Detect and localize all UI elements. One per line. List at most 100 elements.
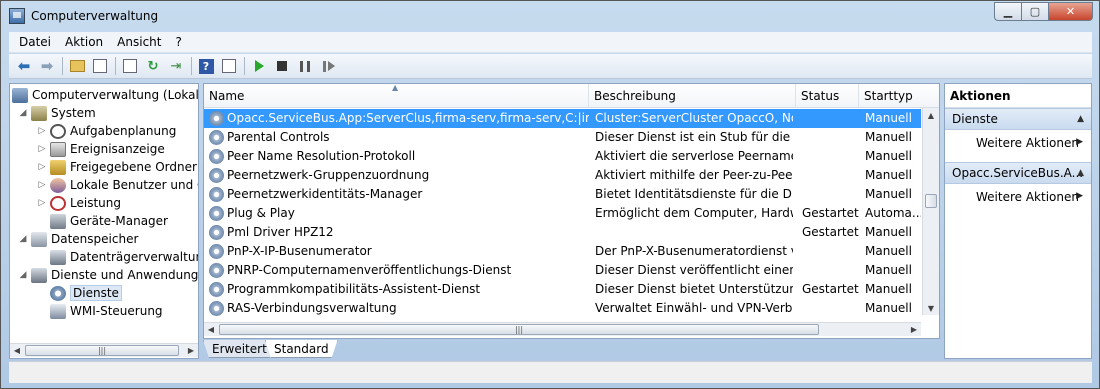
list-vertical-scrollbar[interactable]: ▲ ▼ bbox=[922, 108, 939, 315]
scroll-down-arrow-icon[interactable]: ▼ bbox=[923, 301, 939, 315]
expand-icon[interactable]: ▷ bbox=[37, 198, 47, 208]
export-button[interactable]: ⇥ bbox=[165, 56, 187, 76]
tree-item-datentraegerverwaltung[interactable]: Datenträgerverwaltung bbox=[50, 248, 198, 266]
scroll-right-arrow-icon[interactable]: ▶ bbox=[907, 323, 921, 336]
tree-item-dienste[interactable]: Dienste bbox=[50, 284, 122, 302]
service-row[interactable]: Peer Name Resolution-Protokoll Aktiviert… bbox=[204, 147, 921, 166]
service-row[interactable]: Opacc.ServiceBus.App:ServerClus,firma-se… bbox=[204, 109, 921, 128]
gear-icon bbox=[50, 285, 66, 301]
refresh-button[interactable]: ↻ bbox=[142, 56, 164, 76]
minimize-button[interactable]: ▁ bbox=[994, 2, 1021, 21]
tab-standard[interactable]: Standard bbox=[265, 340, 338, 358]
help-button[interactable]: ? bbox=[195, 56, 217, 76]
expand-icon[interactable]: ▷ bbox=[37, 144, 47, 154]
menu-help[interactable]: ? bbox=[175, 35, 181, 49]
up-folder-button[interactable] bbox=[66, 56, 88, 76]
collapse-icon[interactable]: ◢ bbox=[18, 234, 28, 244]
properties-button[interactable] bbox=[119, 56, 141, 76]
service-starttype: Manuell bbox=[865, 263, 912, 277]
up-folder-icon bbox=[69, 60, 85, 72]
toolbar-separator bbox=[244, 57, 245, 75]
service-starttype: Manuell bbox=[865, 282, 912, 296]
collapse-icon[interactable]: ◢ bbox=[18, 270, 28, 280]
scroll-thumb[interactable]: ||| bbox=[219, 324, 819, 335]
start-service-button[interactable] bbox=[248, 56, 270, 76]
more-actions-service[interactable]: Weitere Aktionen ▶ bbox=[945, 184, 1091, 210]
service-description: Bietet Identitätsdienste für die Dien... bbox=[595, 187, 793, 201]
actions-section-dienste[interactable]: Dienste ▲ bbox=[945, 108, 1091, 130]
scroll-right-arrow-icon[interactable]: ▶ bbox=[184, 344, 198, 357]
tab-erweitert[interactable]: Erweitert bbox=[203, 340, 276, 358]
column-header-starttyp[interactable]: Starttyp bbox=[859, 84, 939, 108]
service-row[interactable]: RAS-Verbindungsverwaltung Verwaltet Einw… bbox=[204, 299, 921, 318]
show-hide-tree-button[interactable] bbox=[89, 56, 111, 76]
service-row[interactable]: Parental Controls Dieser Dienst ist ein … bbox=[204, 128, 921, 147]
service-row[interactable]: PNRP-Computernamenveröffentlichungs-Dien… bbox=[204, 261, 921, 280]
more-actions-dienste[interactable]: Weitere Aktionen ▶ bbox=[945, 130, 1091, 156]
service-starttype: Manuell bbox=[865, 111, 912, 125]
tree-item-freigegebene-ordner[interactable]: ▷ Freigegebene Ordner bbox=[37, 158, 197, 176]
service-name: Programmkompatibilitäts-Assistent-Dienst bbox=[227, 282, 481, 296]
stop-service-button[interactable] bbox=[271, 56, 293, 76]
tree-item-wmi[interactable]: WMI-Steuerung bbox=[50, 302, 163, 320]
list-horizontal-scrollbar[interactable]: ◀ ||| ▶ bbox=[204, 322, 921, 336]
expand-icon[interactable]: ▷ bbox=[37, 126, 47, 136]
tree-item-root[interactable]: Computerverwaltung (Lokal) bbox=[12, 86, 199, 104]
menu-ansicht[interactable]: Ansicht bbox=[117, 35, 161, 49]
scroll-thumb[interactable] bbox=[925, 194, 937, 208]
scroll-left-arrow-icon[interactable]: ◀ bbox=[10, 344, 24, 357]
service-name: RAS-Verbindungsverwaltung bbox=[227, 301, 397, 315]
restart-service-icon bbox=[323, 60, 335, 72]
scroll-left-arrow-icon[interactable]: ◀ bbox=[204, 323, 218, 336]
tree-item-dienste-anwendungen[interactable]: ◢ Dienste und Anwendungen bbox=[18, 266, 198, 284]
close-button[interactable]: ✕ bbox=[1048, 2, 1093, 21]
service-row[interactable]: PnP-X-IP-Busenumerator Der PnP-X-Busenum… bbox=[204, 242, 921, 261]
actions-title: Aktionen bbox=[945, 84, 1091, 108]
service-starttype: Manuell bbox=[865, 187, 912, 201]
scroll-up-arrow-icon[interactable]: ▲ bbox=[923, 108, 939, 122]
service-name: Parental Controls bbox=[227, 130, 330, 144]
toolbar: ⬅ ➡ ↻ ⇥ ? bbox=[9, 54, 1092, 79]
tree-item-aufgabenplanung[interactable]: ▷ Aufgabenplanung bbox=[37, 122, 176, 140]
service-description: Aktiviert mithilfe der Peer-zu-Peer-... bbox=[595, 168, 793, 182]
actions-pane: Aktionen Dienste ▲ Weitere Aktionen ▶ Op… bbox=[944, 83, 1092, 359]
collapse-icon[interactable]: ◢ bbox=[18, 108, 28, 118]
service-row[interactable]: Peernetzwerk-Gruppenzuordnung Aktiviert … bbox=[204, 166, 921, 185]
back-button[interactable]: ⬅ bbox=[13, 56, 35, 76]
menu-aktion[interactable]: Aktion bbox=[65, 35, 103, 49]
tree-item-leistung[interactable]: ▷ Leistung bbox=[37, 194, 121, 212]
column-header-beschreibung[interactable]: Beschreibung bbox=[589, 84, 796, 108]
service-gear-icon bbox=[209, 225, 224, 240]
wmi-icon bbox=[50, 303, 66, 319]
tree-item-ereignisanzeige[interactable]: ▷ Ereignisanzeige bbox=[37, 140, 165, 158]
menu-bar: Datei Aktion Ansicht ? bbox=[9, 32, 1092, 53]
expand-icon[interactable]: ▷ bbox=[37, 180, 47, 190]
collapse-up-icon[interactable]: ▲ bbox=[1077, 168, 1084, 178]
column-header-status[interactable]: Status bbox=[796, 84, 859, 108]
tree-item-system[interactable]: ◢ System bbox=[18, 104, 96, 122]
actions-section-service[interactable]: Opacc.ServiceBus.A... ▲ bbox=[945, 162, 1091, 184]
column-header-label: Starttyp bbox=[864, 89, 913, 103]
service-row[interactable]: Pml Driver HPZ12 Gestartet Manuell bbox=[204, 223, 921, 242]
tree-horizontal-scrollbar[interactable]: ◀ ||| ▶ bbox=[10, 343, 198, 357]
tree-item-lokale-benutzer[interactable]: ▷ Lokale Benutzer und Gru bbox=[37, 176, 198, 194]
scroll-thumb[interactable]: ||| bbox=[25, 345, 179, 356]
tree-item-label: Freigegebene Ordner bbox=[70, 160, 197, 174]
service-name: Pml Driver HPZ12 bbox=[227, 225, 334, 239]
pause-service-button[interactable] bbox=[294, 56, 316, 76]
service-row[interactable]: Plug & Play Ermöglicht dem Computer, Har… bbox=[204, 204, 921, 223]
menu-datei[interactable]: Datei bbox=[19, 35, 51, 49]
console-view-button[interactable] bbox=[218, 56, 240, 76]
tree-item-datenspeicher[interactable]: ◢ Datenspeicher bbox=[18, 230, 138, 248]
tree-item-geraete-manager[interactable]: Geräte-Manager bbox=[50, 212, 168, 230]
service-gear-icon bbox=[209, 263, 224, 278]
service-row[interactable]: Peernetzwerkidentitäts-Manager Bietet Id… bbox=[204, 185, 921, 204]
tree-item-label: Computerverwaltung (Lokal) bbox=[32, 88, 199, 102]
maximize-button[interactable]: ▢ bbox=[1021, 2, 1048, 21]
service-row[interactable]: Programmkompatibilitäts-Assistent-Dienst… bbox=[204, 280, 921, 299]
restart-service-button[interactable] bbox=[317, 56, 339, 76]
expand-icon[interactable]: ▷ bbox=[37, 162, 47, 172]
collapse-up-icon[interactable]: ▲ bbox=[1077, 114, 1084, 124]
forward-button[interactable]: ➡ bbox=[36, 56, 58, 76]
service-description: Dieser Dienst ist ein Stub für die Wi... bbox=[595, 130, 793, 144]
